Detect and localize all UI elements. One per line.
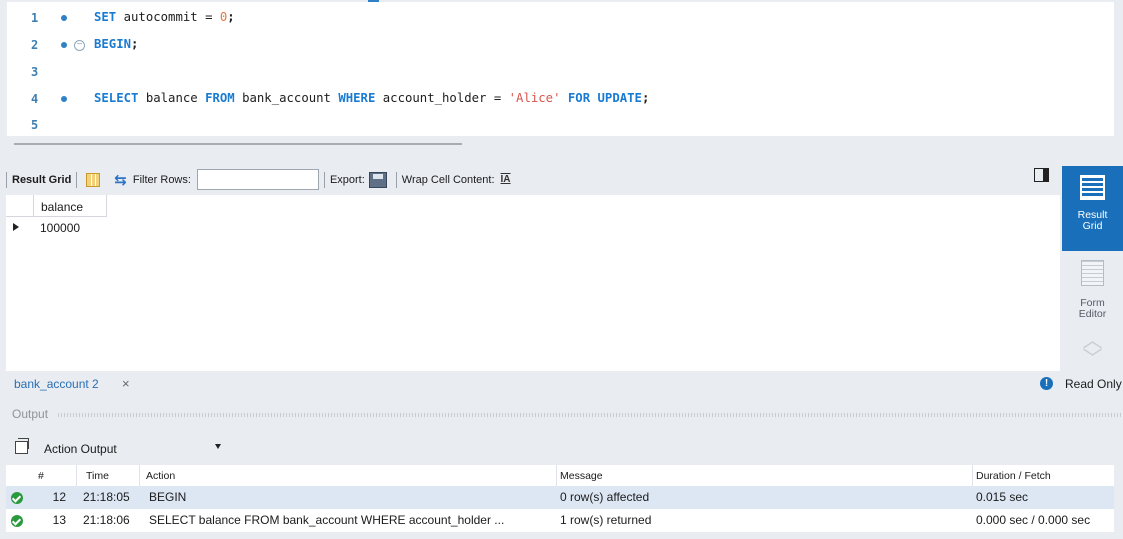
separator <box>76 171 78 188</box>
statement-marker-icon <box>61 15 67 21</box>
editor-horizontal-scrollbar[interactable] <box>14 143 462 145</box>
separator <box>323 171 325 188</box>
line-number: 4 <box>31 92 39 106</box>
header-num[interactable]: # <box>38 470 48 482</box>
copy-icon[interactable] <box>15 438 29 454</box>
form-editor-view-button[interactable]: Form Editor <box>1062 256 1123 331</box>
result-toolbar: Result Grid ⇆ Filter Rows: Export: Wrap … <box>6 166 1063 193</box>
result-grid-icon <box>1080 175 1105 200</box>
success-check-icon <box>11 492 23 504</box>
table-header-row: # Time Action Message Duration / Fetch <box>6 465 1114 486</box>
statement-marker-icon <box>61 96 67 102</box>
row-message: 1 row(s) returned <box>560 513 652 527</box>
output-divider <box>58 413 1123 417</box>
table-row[interactable]: 100000 <box>6 218 107 238</box>
result-tab-bar: bank_account 2 × ! Read Only <box>0 373 1123 396</box>
line-number: 2 <box>31 38 39 52</box>
workbench-window: 1 2 − 3 4 5 SET autocommit = 0; BEGIN; S… <box>0 0 1123 539</box>
line-number: 5 <box>31 118 39 132</box>
export-label: Export: <box>329 173 365 186</box>
code-line[interactable]: SET autocommit = 0; <box>94 10 235 24</box>
wrap-cell-content-icon[interactable]: IA <box>501 174 511 185</box>
column-divider <box>139 465 140 486</box>
action-output-value: Action Output <box>44 442 117 456</box>
row-num: 13 <box>52 513 66 527</box>
toggle-side-panel-icon[interactable] <box>1034 168 1049 182</box>
chevron-down-icon[interactable] <box>215 444 221 449</box>
label-line: Grid <box>1082 220 1103 232</box>
separator <box>395 171 397 188</box>
wrap-cell-content-label: Wrap Cell Content: <box>401 173 495 186</box>
editor-gutter: 1 2 − 3 4 5 <box>7 2 93 136</box>
column-divider <box>76 465 77 486</box>
row-message: 0 row(s) affected <box>560 490 650 504</box>
column-divider <box>972 465 973 486</box>
separator <box>6 171 7 188</box>
filter-rows-label: Filter Rows: <box>132 173 191 186</box>
row-action: SELECT balance FROM bank_account WHERE a… <box>149 513 505 527</box>
success-check-icon <box>11 515 23 527</box>
result-grid-view-button[interactable]: Result Grid <box>1062 166 1123 251</box>
table-row[interactable]: 13 21:18:06 SELECT balance FROM bank_acc… <box>6 509 1114 532</box>
close-icon[interactable]: × <box>122 376 130 391</box>
result-grid-label: Result Grid <box>12 173 72 186</box>
grid-cell[interactable]: 100000 <box>34 218 107 238</box>
header-action[interactable]: Action <box>146 470 549 482</box>
export-save-icon[interactable] <box>368 171 387 188</box>
grid-header: balance <box>6 195 107 217</box>
line-number: 1 <box>31 11 39 25</box>
action-output-table: # Time Action Message Duration / Fetch 1… <box>6 465 1114 532</box>
output-toolbar: Action Output <box>0 436 1123 462</box>
line-number: 3 <box>31 65 39 79</box>
row-duration: 0.015 sec <box>976 490 1029 504</box>
code-line[interactable]: BEGIN; <box>94 37 138 51</box>
result-side-panel: Result Grid Form Editor ︿ ﹀ <box>1062 166 1123 371</box>
row-duration: 0.000 sec / 0.000 sec <box>976 513 1091 527</box>
sql-editor[interactable]: 1 2 − 3 4 5 SET autocommit = 0; BEGIN; S… <box>7 2 1114 136</box>
row-time: 21:18:06 <box>83 513 130 527</box>
code-line[interactable]: SELECT balance FROM bank_account WHERE a… <box>94 91 649 105</box>
form-editor-view-label: Form Editor <box>1062 298 1123 320</box>
header-message[interactable]: Message <box>560 470 970 482</box>
header-duration[interactable]: Duration / Fetch <box>976 470 1112 482</box>
row-num: 12 <box>52 490 66 504</box>
tab-bank-account-2[interactable]: bank_account 2 <box>14 377 99 391</box>
row-time: 21:18:05 <box>83 490 130 504</box>
action-output-select[interactable]: Action Output <box>38 438 228 459</box>
chevron-up-icon[interactable]: ︿ <box>1062 331 1123 351</box>
refresh-icon[interactable]: ⇆ <box>114 171 127 189</box>
read-only-status: Read Only <box>1065 377 1122 391</box>
fold-collapse-icon[interactable]: − <box>74 40 85 51</box>
row-action: BEGIN <box>149 490 187 504</box>
result-grid[interactable]: balance 100000 <box>6 195 1060 371</box>
statement-marker-icon <box>61 42 67 48</box>
column-divider <box>556 465 557 486</box>
current-row-arrow-icon <box>6 218 34 238</box>
filter-rows-input[interactable] <box>196 169 319 190</box>
chevron-down-icon[interactable]: ﹀ <box>1062 349 1123 369</box>
column-header-balance[interactable]: balance <box>34 195 107 217</box>
header-time[interactable]: Time <box>86 470 152 482</box>
info-icon: ! <box>1040 377 1053 390</box>
output-title: Output <box>12 407 53 421</box>
grid-corner[interactable] <box>6 195 34 217</box>
label-line: Editor <box>1078 308 1107 320</box>
table-row[interactable]: 12 21:18:05 BEGIN 0 row(s) affected 0.01… <box>6 486 1114 509</box>
result-grid-view-label: Result Grid <box>1062 210 1123 232</box>
grid-layout-icon[interactable] <box>86 172 101 187</box>
form-editor-icon <box>1081 260 1104 286</box>
output-panel-header: Output <box>0 404 1123 424</box>
